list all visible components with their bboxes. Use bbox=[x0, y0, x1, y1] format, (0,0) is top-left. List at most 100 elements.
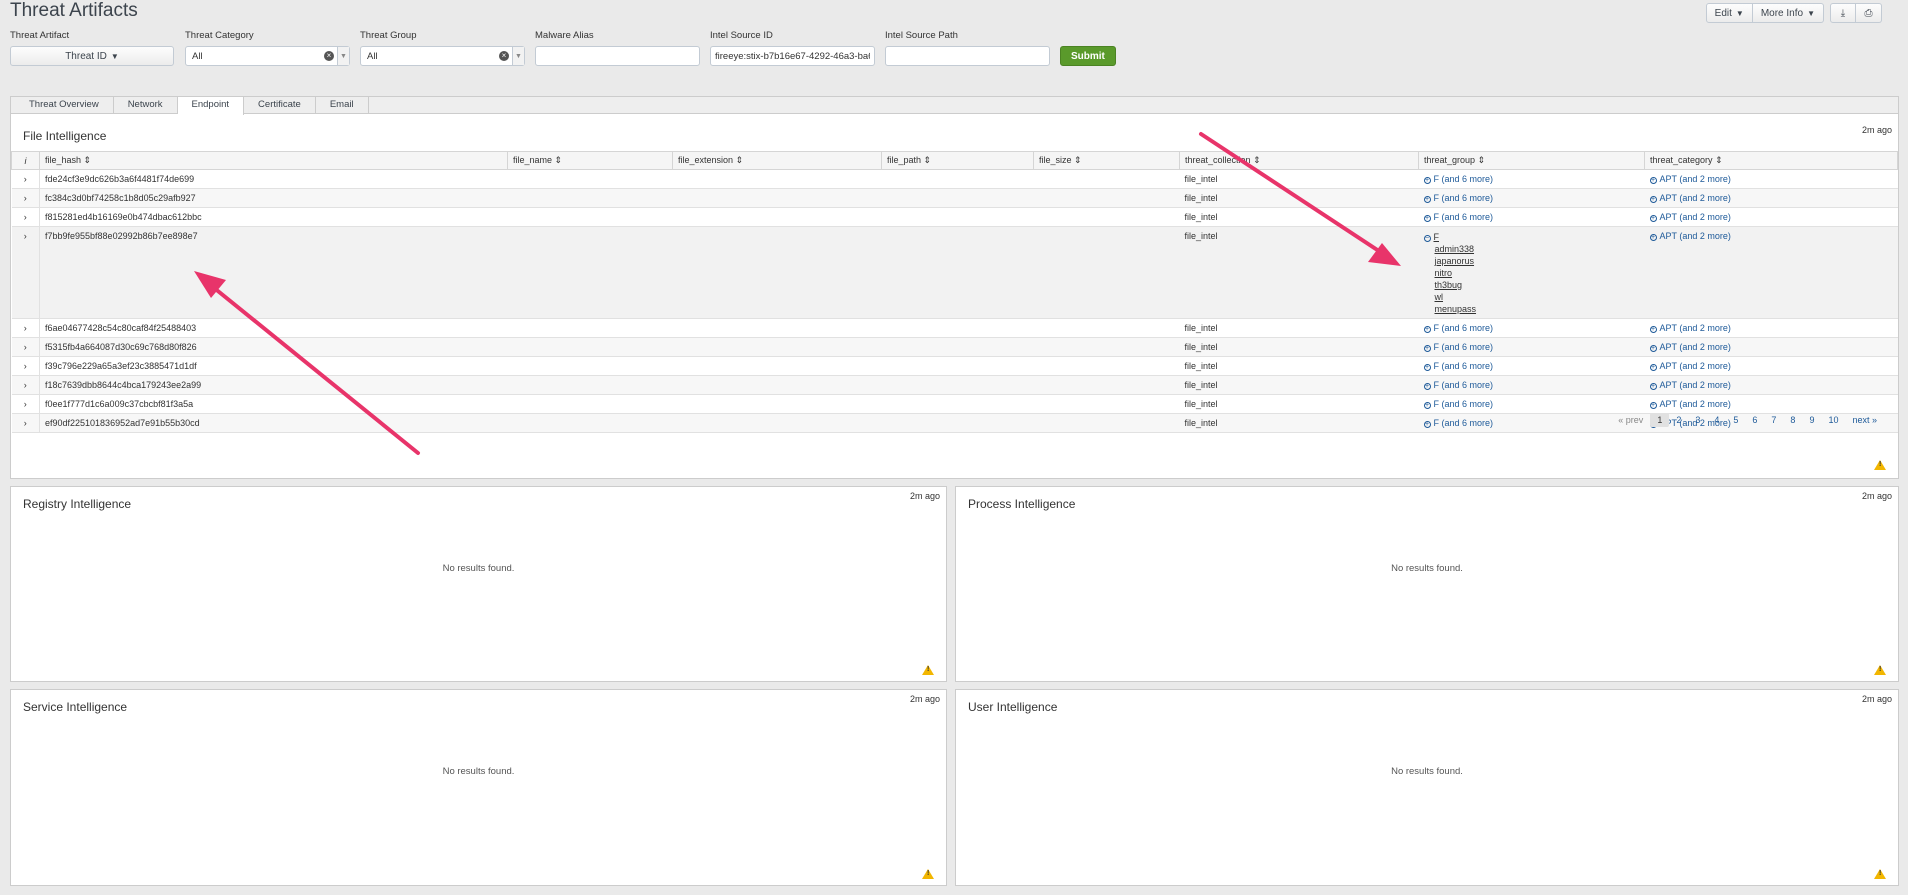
expand-row-icon[interactable]: › bbox=[11, 413, 40, 433]
warning-icon[interactable]: ! bbox=[922, 665, 934, 675]
cell-threat-category[interactable]: +APT (and 2 more) bbox=[1644, 226, 1898, 319]
threat-group-select[interactable]: All × ▼ bbox=[360, 46, 525, 66]
cell-threat-category[interactable]: +APT (and 2 more) bbox=[1644, 394, 1898, 414]
clear-icon[interactable]: × bbox=[324, 51, 334, 61]
collapse-multivalue-icon[interactable]: − bbox=[1423, 235, 1431, 242]
col-header-threat-group[interactable]: threat_group ⇕ bbox=[1418, 151, 1645, 170]
expand-multivalue-icon[interactable]: + bbox=[1649, 326, 1657, 333]
pagination-page[interactable]: 8 bbox=[1783, 413, 1802, 427]
pagination-page[interactable]: 6 bbox=[1745, 413, 1764, 427]
pagination-next[interactable]: next » bbox=[1845, 413, 1884, 427]
download-button[interactable]: ⤓ bbox=[1830, 3, 1856, 23]
table-row-expanded[interactable]: › f7bb9fe955bf88e02992b86b7ee898e7 file_… bbox=[11, 226, 1898, 319]
warning-icon[interactable]: ! bbox=[1874, 869, 1886, 879]
multivalue-item[interactable]: th3bug bbox=[1424, 279, 1645, 291]
multivalue-item[interactable]: admin338 bbox=[1424, 243, 1645, 255]
expand-multivalue-icon[interactable]: + bbox=[1423, 345, 1431, 352]
expand-multivalue-icon[interactable]: + bbox=[1649, 383, 1657, 390]
edit-button[interactable]: Edit ▼ bbox=[1705, 3, 1753, 23]
cell-threat-category[interactable]: +APT (and 2 more) bbox=[1644, 318, 1898, 338]
pagination-page[interactable]: 5 bbox=[1726, 413, 1745, 427]
tab-network[interactable]: Network bbox=[114, 97, 178, 113]
table-row[interactable]: › f5315fb4a664087d30c69c768d80f826 file_… bbox=[11, 337, 1898, 357]
submit-button[interactable]: Submit bbox=[1060, 46, 1116, 66]
table-row[interactable]: › fc384c3d0bf74258c1b8d05c29afb927 file_… bbox=[11, 188, 1898, 208]
tab-endpoint[interactable]: Endpoint bbox=[177, 97, 245, 115]
pagination-page[interactable]: 1 bbox=[1650, 413, 1670, 427]
cell-threat-category[interactable]: +APT (and 2 more) bbox=[1644, 188, 1898, 208]
expand-multivalue-icon[interactable]: + bbox=[1649, 215, 1657, 222]
col-header-file-hash[interactable]: file_hash ⇕ bbox=[39, 151, 508, 170]
pagination-page[interactable]: 7 bbox=[1764, 413, 1783, 427]
multivalue-item[interactable]: wl bbox=[1424, 291, 1645, 303]
col-header-file-extension[interactable]: file_extension ⇕ bbox=[672, 151, 882, 170]
expand-row-icon[interactable]: › bbox=[11, 375, 40, 395]
expand-multivalue-icon[interactable]: + bbox=[1649, 234, 1657, 241]
expand-multivalue-icon[interactable]: + bbox=[1423, 402, 1431, 409]
cell-threat-category[interactable]: +APT (and 2 more) bbox=[1644, 356, 1898, 376]
table-row[interactable]: › f6ae04677428c54c80caf84f25488403 file_… bbox=[11, 318, 1898, 338]
col-header-file-size[interactable]: file_size ⇕ bbox=[1033, 151, 1180, 170]
expand-multivalue-icon[interactable]: + bbox=[1649, 402, 1657, 409]
expand-row-icon[interactable]: › bbox=[11, 169, 40, 189]
expand-row-icon[interactable]: › bbox=[11, 318, 40, 338]
warning-icon[interactable]: ! bbox=[1874, 460, 1886, 470]
cell-threat-group[interactable]: + F (and 6 more) bbox=[1418, 337, 1645, 357]
warning-icon[interactable]: ! bbox=[1874, 665, 1886, 675]
pagination-prev[interactable]: « prev bbox=[1611, 413, 1650, 427]
chevron-down-icon[interactable]: ▼ bbox=[337, 47, 349, 65]
chevron-down-icon[interactable]: ▼ bbox=[512, 47, 524, 65]
intel-source-path-input[interactable] bbox=[885, 46, 1050, 66]
col-header-threat-category[interactable]: threat_category ⇕ bbox=[1644, 151, 1898, 170]
cell-threat-group[interactable]: + F (and 6 more) bbox=[1418, 207, 1645, 227]
expand-multivalue-icon[interactable]: + bbox=[1649, 196, 1657, 203]
multivalue-item[interactable]: nitro bbox=[1424, 267, 1645, 279]
more-info-button[interactable]: More Info ▼ bbox=[1752, 3, 1824, 23]
pagination-page[interactable]: 10 bbox=[1821, 413, 1845, 427]
cell-threat-group[interactable]: + F (and 6 more) bbox=[1418, 188, 1645, 208]
tab-email[interactable]: Email bbox=[316, 97, 369, 113]
table-row[interactable]: › fde24cf3e9dc626b3a6f4481f74de699 file_… bbox=[11, 169, 1898, 189]
tab-threat-overview[interactable]: Threat Overview bbox=[15, 97, 114, 113]
clear-icon[interactable]: × bbox=[499, 51, 509, 61]
expand-multivalue-icon[interactable]: + bbox=[1423, 421, 1431, 428]
cell-threat-category[interactable]: +APT (and 2 more) bbox=[1644, 337, 1898, 357]
expand-multivalue-icon[interactable]: + bbox=[1649, 364, 1657, 371]
table-row[interactable]: › f0ee1f777d1c6a009c37cbcbf81f3a5a file_… bbox=[11, 394, 1898, 414]
expand-row-icon[interactable]: › bbox=[11, 188, 40, 208]
cell-threat-category[interactable]: +APT (and 2 more) bbox=[1644, 169, 1898, 189]
cell-threat-group[interactable]: + F (and 6 more) bbox=[1418, 318, 1645, 338]
expand-multivalue-icon[interactable]: + bbox=[1423, 177, 1431, 184]
cell-threat-group[interactable]: + F (and 6 more) bbox=[1418, 169, 1645, 189]
expand-row-icon[interactable]: › bbox=[11, 226, 40, 319]
col-header-threat-collection[interactable]: threat_collection ⇕ bbox=[1179, 151, 1419, 170]
cell-threat-group[interactable]: + F (and 6 more) bbox=[1418, 394, 1645, 414]
expand-multivalue-icon[interactable]: + bbox=[1649, 345, 1657, 352]
cell-threat-group[interactable]: + F (and 6 more) bbox=[1418, 356, 1645, 376]
cell-threat-category[interactable]: +APT (and 2 more) bbox=[1644, 375, 1898, 395]
table-row[interactable]: › f39c796e229a65a3ef23c3885471d1df file_… bbox=[11, 356, 1898, 376]
multivalue-item[interactable]: − F bbox=[1423, 231, 1645, 243]
col-header-file-name[interactable]: file_name ⇕ bbox=[507, 151, 673, 170]
expand-row-icon[interactable]: › bbox=[11, 337, 40, 357]
expand-row-icon[interactable]: › bbox=[11, 356, 40, 376]
threat-artifact-dropdown[interactable]: Threat ID ▼ bbox=[10, 46, 174, 66]
cell-threat-category[interactable]: +APT (and 2 more) bbox=[1644, 207, 1898, 227]
expand-multivalue-icon[interactable]: + bbox=[1423, 364, 1431, 371]
cell-threat-group[interactable]: + F (and 6 more) bbox=[1418, 375, 1645, 395]
pagination-page[interactable]: 3 bbox=[1688, 413, 1707, 427]
print-button[interactable]: ⎙ bbox=[1856, 3, 1882, 23]
expand-multivalue-icon[interactable]: + bbox=[1423, 215, 1431, 222]
table-row[interactable]: › f18c7639dbb8644c4bca179243ee2a99 file_… bbox=[11, 375, 1898, 395]
threat-category-select[interactable]: All × ▼ bbox=[185, 46, 350, 66]
tab-certificate[interactable]: Certificate bbox=[244, 97, 316, 113]
expand-multivalue-icon[interactable]: + bbox=[1423, 383, 1431, 390]
cell-threat-group[interactable]: − F admin338 japanorus nitro th3bug wl me… bbox=[1418, 226, 1645, 319]
expand-multivalue-icon[interactable]: + bbox=[1423, 196, 1431, 203]
pagination-page[interactable]: 9 bbox=[1802, 413, 1821, 427]
expand-multivalue-icon[interactable]: + bbox=[1649, 177, 1657, 184]
malware-alias-input[interactable] bbox=[535, 46, 700, 66]
pagination-page[interactable]: 4 bbox=[1707, 413, 1726, 427]
table-row[interactable]: › f815281ed4b16169e0b474dbac612bbc file_… bbox=[11, 207, 1898, 227]
pagination-page[interactable]: 2 bbox=[1669, 413, 1688, 427]
